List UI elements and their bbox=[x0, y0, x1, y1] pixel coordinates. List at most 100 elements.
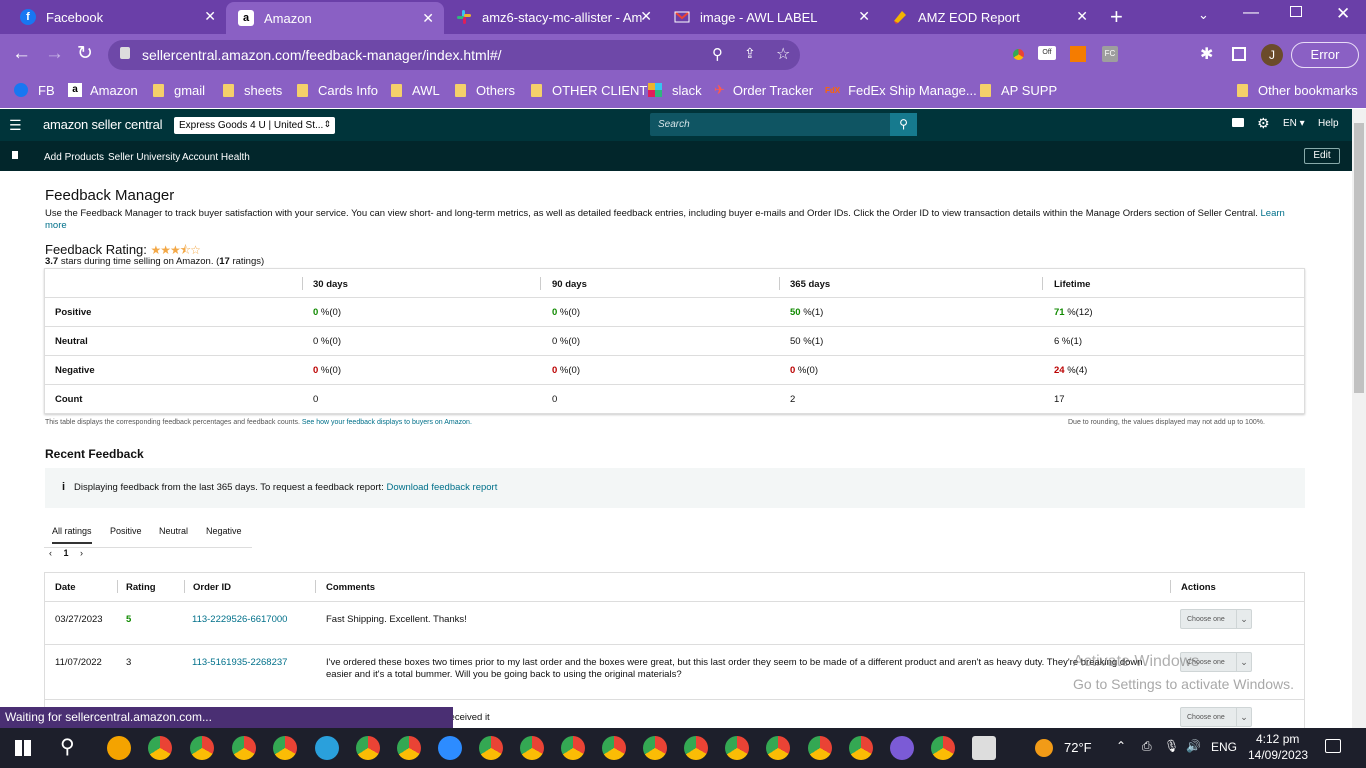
tab-facebook[interactable]: f Facebook ✕ bbox=[8, 0, 226, 34]
clock-date[interactable]: 14/09/2023 bbox=[1248, 748, 1308, 762]
app-icon[interactable] bbox=[107, 736, 131, 760]
chrome-profile-icon[interactable] bbox=[356, 736, 380, 760]
microphone-icon[interactable]: 🎙 bbox=[1164, 739, 1179, 753]
tab-sheets[interactable]: AMZ EOD Report ✕ bbox=[880, 0, 1098, 34]
forward-button[interactable]: → bbox=[45, 43, 64, 65]
action-dropdown[interactable]: Choose one ⌄ bbox=[1180, 707, 1252, 727]
telegram-icon[interactable] bbox=[315, 736, 339, 760]
bookmark-order-tracker[interactable]: ✈ Order Tracker bbox=[714, 76, 813, 104]
edit-button[interactable]: Edit bbox=[1304, 148, 1340, 164]
chrome-profile-icon[interactable] bbox=[766, 736, 790, 760]
close-icon[interactable]: ✕ bbox=[422, 10, 434, 27]
bookmark-others[interactable]: Others bbox=[455, 76, 515, 104]
bookmark-amazon[interactable]: a Amazon bbox=[68, 76, 138, 104]
profile-avatar[interactable]: J bbox=[1261, 44, 1283, 66]
close-icon[interactable]: ✕ bbox=[858, 8, 870, 25]
chrome-profile-icon[interactable] bbox=[397, 736, 421, 760]
tab-gmail[interactable]: image - AWL LABEL ✕ bbox=[662, 0, 880, 34]
bookmark-star-icon[interactable]: ☆ bbox=[776, 44, 790, 64]
help-link[interactable]: Help bbox=[1318, 118, 1339, 129]
weather-icon[interactable] bbox=[1035, 739, 1053, 757]
nav-account-health[interactable]: Account Health bbox=[182, 152, 250, 163]
chrome-profile-icon[interactable] bbox=[808, 736, 832, 760]
restore-button[interactable] bbox=[1290, 6, 1302, 17]
language-indicator[interactable]: ENG bbox=[1211, 740, 1237, 754]
weather-temp[interactable]: 72°F bbox=[1064, 740, 1092, 755]
chrome-profile-icon[interactable] bbox=[479, 736, 503, 760]
notification-icon[interactable] bbox=[1325, 739, 1341, 753]
bookmark-fb[interactable]: FB bbox=[14, 76, 55, 104]
footnote-link[interactable]: See how your feedback displays to buyers… bbox=[302, 419, 472, 426]
tab-slack[interactable]: amz6-stacy-mc-allister - Ama ✕ bbox=[444, 0, 662, 34]
chrome-profile-icon[interactable] bbox=[725, 736, 749, 760]
chrome-profile-icon[interactable] bbox=[232, 736, 256, 760]
order-id-link[interactable]: 113-5161935-2268237 bbox=[192, 657, 287, 669]
mail-icon[interactable] bbox=[1232, 118, 1244, 127]
tray-chevron-icon[interactable]: ⌃ bbox=[1116, 739, 1126, 753]
chrome-profile-icon[interactable] bbox=[520, 736, 544, 760]
chrome-profile-icon[interactable] bbox=[148, 736, 172, 760]
close-window-button[interactable]: ✕ bbox=[1336, 4, 1350, 24]
search-button[interactable]: ⚲ bbox=[890, 113, 917, 136]
bookmark-slack[interactable]: slack bbox=[648, 76, 702, 104]
bookmark-other-bookmarks[interactable]: Other bookmarks bbox=[1237, 76, 1358, 104]
chrome-profile-icon[interactable] bbox=[890, 736, 914, 760]
extension-icon[interactable] bbox=[1013, 49, 1024, 60]
chart-extension-icon[interactable] bbox=[1070, 46, 1086, 62]
calculator-icon[interactable] bbox=[972, 736, 996, 760]
action-dropdown[interactable]: Choose one ⌄ bbox=[1180, 609, 1252, 629]
download-feedback-report-link[interactable]: Download feedback report bbox=[386, 482, 497, 493]
off-extension-icon[interactable]: Off bbox=[1038, 46, 1056, 60]
language-selector[interactable]: EN ▾ bbox=[1283, 118, 1305, 129]
bookmark-awl[interactable]: AWL bbox=[391, 76, 440, 104]
new-tab-button[interactable]: + bbox=[1110, 4, 1123, 30]
address-bar[interactable]: sellercentral.amazon.com/feedback-manage… bbox=[108, 40, 800, 70]
tab-amazon[interactable]: a Amazon ✕ bbox=[226, 2, 444, 34]
chevron-left-icon[interactable]: ‹ bbox=[49, 548, 52, 558]
chrome-profile-icon[interactable] bbox=[643, 736, 667, 760]
back-button[interactable]: ← bbox=[12, 43, 31, 65]
chrome-profile-icon[interactable] bbox=[561, 736, 585, 760]
tab-all-ratings[interactable]: All ratings bbox=[52, 526, 92, 544]
store-selector[interactable]: Express Goods 4 U | United St... ⇕ bbox=[174, 117, 335, 134]
fc-extension-icon[interactable]: FC bbox=[1102, 46, 1118, 62]
zoom-icon[interactable]: ⚲ bbox=[712, 45, 723, 63]
bookmark-fedex[interactable]: FdX FedEx Ship Manage... bbox=[825, 76, 977, 104]
tab-neutral[interactable]: Neutral bbox=[159, 526, 188, 536]
menu-icon[interactable]: ☰ bbox=[9, 117, 22, 134]
minimize-button[interactable]: — bbox=[1243, 4, 1259, 22]
chrome-profile-icon[interactable] bbox=[849, 736, 873, 760]
bookmark-icon[interactable] bbox=[12, 151, 18, 159]
tab-negative[interactable]: Negative bbox=[206, 526, 242, 536]
search-input[interactable]: Search bbox=[650, 113, 891, 136]
tab-positive[interactable]: Positive bbox=[110, 526, 142, 536]
tab-search-icon[interactable]: ⌄ bbox=[1198, 7, 1209, 23]
close-icon[interactable]: ✕ bbox=[204, 8, 216, 25]
side-panel-icon[interactable] bbox=[1232, 47, 1246, 61]
nav-add-products[interactable]: Add Products bbox=[44, 152, 104, 163]
chrome-profile-icon[interactable] bbox=[273, 736, 297, 760]
page-number[interactable]: 1 bbox=[64, 548, 69, 558]
clock-time[interactable]: 4:12 pm bbox=[1256, 732, 1299, 746]
close-icon[interactable]: ✕ bbox=[1076, 8, 1088, 25]
close-icon[interactable]: ✕ bbox=[640, 8, 652, 25]
bookmark-gmail[interactable]: gmail bbox=[153, 76, 205, 104]
scrollbar-thumb[interactable] bbox=[1354, 123, 1364, 393]
windows-start-icon[interactable] bbox=[15, 740, 31, 756]
order-id-link[interactable]: 113-2229526-6617000 bbox=[192, 614, 287, 626]
nav-seller-university[interactable]: Seller University bbox=[108, 152, 180, 163]
chrome-profile-icon[interactable] bbox=[190, 736, 214, 760]
page-scrollbar[interactable] bbox=[1352, 109, 1366, 728]
bookmark-sheets[interactable]: sheets bbox=[223, 76, 282, 104]
search-icon[interactable]: ⚲ bbox=[60, 734, 75, 759]
chrome-profile-icon[interactable] bbox=[602, 736, 626, 760]
chrome-profile-icon[interactable] bbox=[931, 736, 955, 760]
gear-icon[interactable]: ⚙ bbox=[1257, 115, 1270, 132]
network-icon[interactable]: ⎙ bbox=[1142, 739, 1152, 754]
chevron-right-icon[interactable]: › bbox=[80, 548, 83, 558]
share-icon[interactable]: ⇪ bbox=[744, 45, 756, 62]
error-button[interactable]: Error bbox=[1291, 42, 1359, 68]
bookmark-ap-supp[interactable]: AP SUPP bbox=[980, 76, 1057, 104]
bookmark-other-client[interactable]: OTHER CLIENT bbox=[531, 76, 647, 104]
extensions-puzzle-icon[interactable]: ✱ bbox=[1200, 44, 1213, 64]
